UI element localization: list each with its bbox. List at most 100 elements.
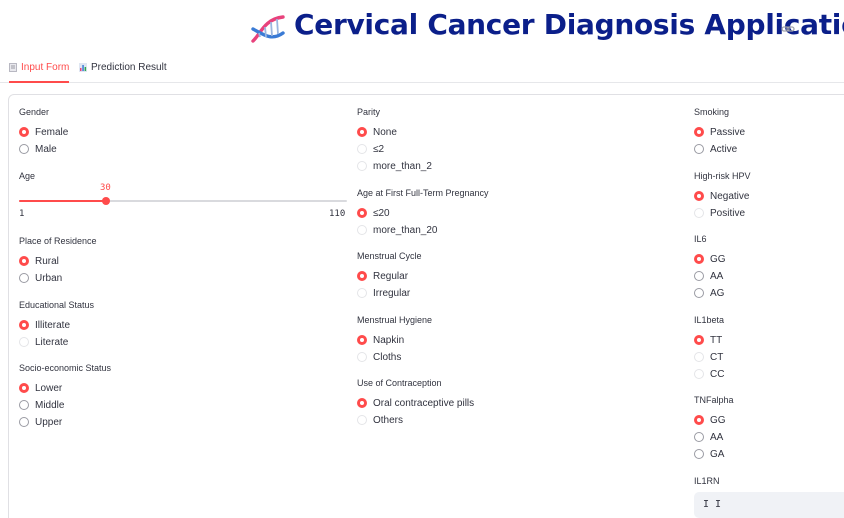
parity-option-none[interactable]: None [357,125,397,139]
radio-selected [357,398,367,408]
option-label: GG [710,253,726,265]
parity-option-le2[interactable]: ≤2 [357,142,384,156]
radio-selected [19,256,29,266]
parity-option-more-than-2[interactable]: more_than_2 [357,159,432,173]
first-pregnancy-option-le20[interactable]: ≤20 [357,206,390,220]
menstrual-cycle-option-regular[interactable]: Regular [357,269,408,283]
radio-selected [357,208,367,218]
radio-unselected [694,271,704,281]
radio-unselected [357,161,367,171]
age-slider-min: 1 [19,209,25,219]
radio-unselected [357,415,367,425]
il6-option-ag[interactable]: AG [694,286,724,300]
gender-label: Gender [19,107,50,117]
residence-option-rural[interactable]: Rural [19,254,59,268]
tnfalpha-option-gg[interactable]: GG [694,413,726,427]
menstrual-cycle-label: Menstrual Cycle [357,251,422,261]
radio-unselected [694,432,704,442]
smoking-option-passive[interactable]: Passive [694,125,745,139]
gender-option-male[interactable]: Male [19,142,57,156]
radio-unselected [19,417,29,427]
smoking-option-active[interactable]: Active [694,142,737,156]
residence-option-urban[interactable]: Urban [19,271,62,285]
option-label: more_than_2 [373,160,432,172]
radio-selected [694,415,704,425]
radio-selected [357,127,367,137]
tab-prediction-result-label: Prediction Result [91,62,167,73]
tnfalpha-option-aa[interactable]: AA [694,430,723,444]
option-label: Urban [35,272,63,284]
radio-unselected [19,337,29,347]
age-label: Age [19,171,36,181]
il6-option-aa[interactable]: AA [694,269,723,283]
menstrual-hygiene-option-cloths[interactable]: Cloths [357,350,401,364]
tab-input-form[interactable]: Input Form [9,62,70,83]
education-option-illiterate[interactable]: Illiterate [19,318,70,332]
menstrual-hygiene-option-napkin[interactable]: Napkin [357,333,404,347]
residence-label: Place of Residence [19,236,97,246]
contraception-option-oral[interactable]: Oral contraceptive pills [357,396,474,410]
socio-option-middle[interactable]: Middle [19,398,64,412]
il6-option-gg[interactable]: GG [694,252,726,266]
gender-option-female[interactable]: Female [19,125,68,139]
education-label: Educational Status [19,300,95,310]
radio-selected [694,335,704,345]
tnfalpha-option-ga[interactable]: GA [694,447,724,461]
link-icon[interactable] [781,23,795,35]
socio-option-lower[interactable]: Lower [19,381,62,395]
radio-unselected [19,144,29,154]
age-slider-fill [19,200,106,202]
il6-label: IL6 [694,234,707,244]
socio-option-upper[interactable]: Upper [19,415,62,429]
option-label: Irregular [373,287,411,299]
age-slider-value: 30 [100,183,111,193]
option-label: None [373,126,397,138]
option-label: Napkin [373,334,405,346]
tab-prediction-result[interactable]: Prediction Result [79,62,167,83]
radio-selected [19,127,29,137]
option-label: CC [710,368,725,380]
option-label: ≤20 [373,207,390,219]
hpv-option-positive[interactable]: Positive [694,206,745,220]
tnfalpha-label: TNFalpha [694,395,734,405]
option-label: ≤2 [373,143,385,155]
option-label: Middle [35,399,65,411]
radio-selected [19,320,29,330]
tab-input-form-label: Input Form [21,62,70,73]
contraception-option-others[interactable]: Others [357,413,403,427]
option-label: CT [710,351,724,363]
socio-label: Socio-economic Status [19,363,112,373]
il1beta-option-ct[interactable]: CT [694,350,723,364]
first-pregnancy-option-more-than-20[interactable]: more_than_20 [357,223,438,237]
option-label: Rural [35,255,59,267]
radio-unselected [694,352,704,362]
radio-unselected [357,352,367,362]
il1rn-select[interactable]: I I [694,492,844,518]
radio-selected [694,191,704,201]
il1beta-option-tt[interactable]: TT [694,333,722,347]
menstrual-cycle-option-irregular[interactable]: Irregular [357,286,410,300]
il1beta-option-cc[interactable]: CC [694,367,724,381]
age-slider-thumb[interactable] [102,197,110,205]
first-pregnancy-label: Age at First Full-Term Pregnancy [357,188,489,198]
title-row: Cervical Cancer Diagnosis Application [0,0,844,56]
education-option-literate[interactable]: Literate [19,335,68,349]
option-label: GG [710,414,726,426]
menstrual-hygiene-label: Menstrual Hygiene [357,315,433,325]
page-title: Cervical Cancer Diagnosis Application [294,8,844,41]
radio-unselected [19,273,29,283]
contraception-label: Use of Contraception [357,378,442,388]
radio-unselected [694,208,704,218]
hpv-label: High-risk HPV [694,171,751,181]
age-slider[interactable] [19,197,347,205]
option-label: AA [710,431,724,443]
option-label: Male [35,143,57,155]
il1rn-label: IL1RN [694,476,720,486]
bar-chart-icon [79,63,87,72]
option-label: GA [710,448,725,460]
radio-selected [694,127,704,137]
option-label: AA [710,270,724,282]
age-slider-max: 110 [329,209,346,219]
option-label: Regular [373,270,409,282]
hpv-option-negative[interactable]: Negative [694,189,749,203]
